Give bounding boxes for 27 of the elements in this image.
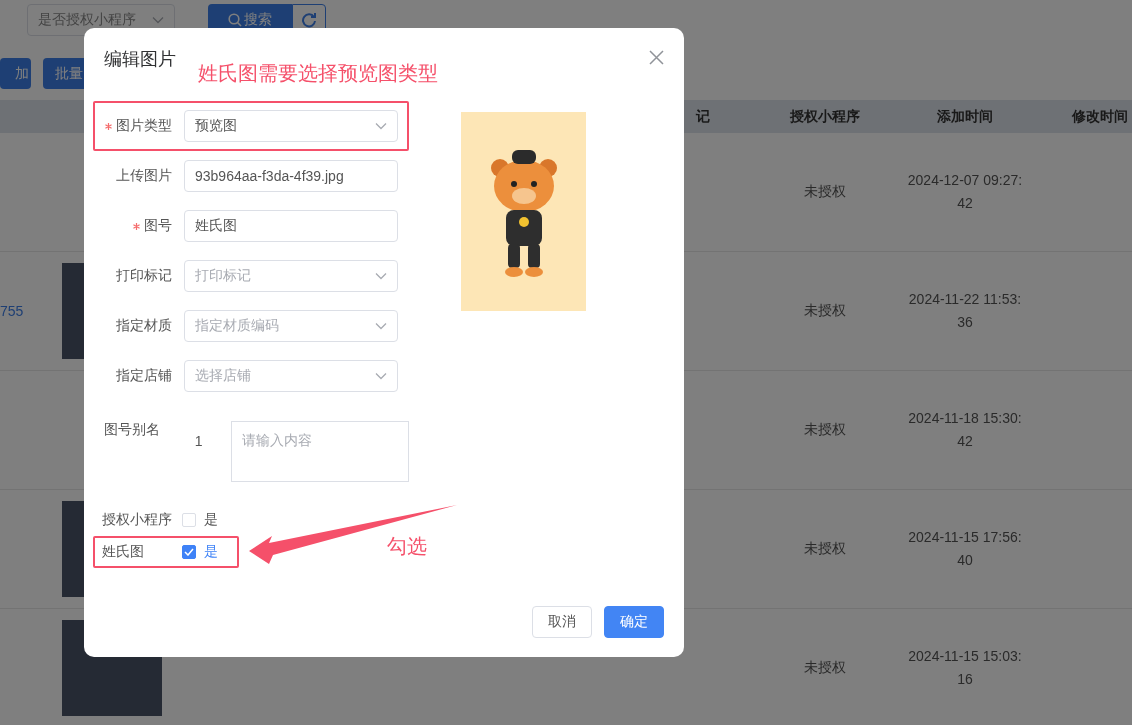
field-label: 打印标记 [116,267,172,285]
column-header: 修改时间 [1071,107,1129,126]
table-cell-text: 未授权 [803,183,847,201]
field-label: 指定店铺 [116,367,172,385]
table-cell-text: 2024-12-07 09:27:42 [906,171,1024,213]
column-header: 授权小程序 [789,107,861,126]
field-label: 图号别名 [104,421,161,439]
annotation-text: 勾选 [387,534,427,559]
table-cell-text: 2024-11-15 15:03:16 [907,647,1023,689]
table-cell-text: 2024-11-15 17:56:40 [907,528,1023,570]
field-label: 上传图片 [116,167,172,185]
table-cell-text: 未授权 [803,421,847,439]
table-cell-text: 未授权 [803,659,847,677]
table-cell-text: 未授权 [803,540,847,558]
table-cell-text: 2024-11-18 15:30:42 [907,409,1023,451]
field-label: 授权小程序 [102,511,173,529]
column-header: 添加时间 [936,107,994,126]
annotation-text: 姓氏图需要选择预览图类型 [198,61,438,86]
alias-index: 1 [194,433,203,449]
dialog-title: 编辑图片 [104,48,176,71]
column-header: 记 [694,107,711,126]
table-cell-text: 2024-11-22 11:53:36 [907,290,1023,332]
field-label: 图号 [144,217,172,235]
field-label: 指定材质 [116,317,172,335]
table-cell-text: 未授权 [803,302,847,320]
field-label: 姓氏图 [102,543,145,561]
field-label: 图片类型 [116,117,172,135]
